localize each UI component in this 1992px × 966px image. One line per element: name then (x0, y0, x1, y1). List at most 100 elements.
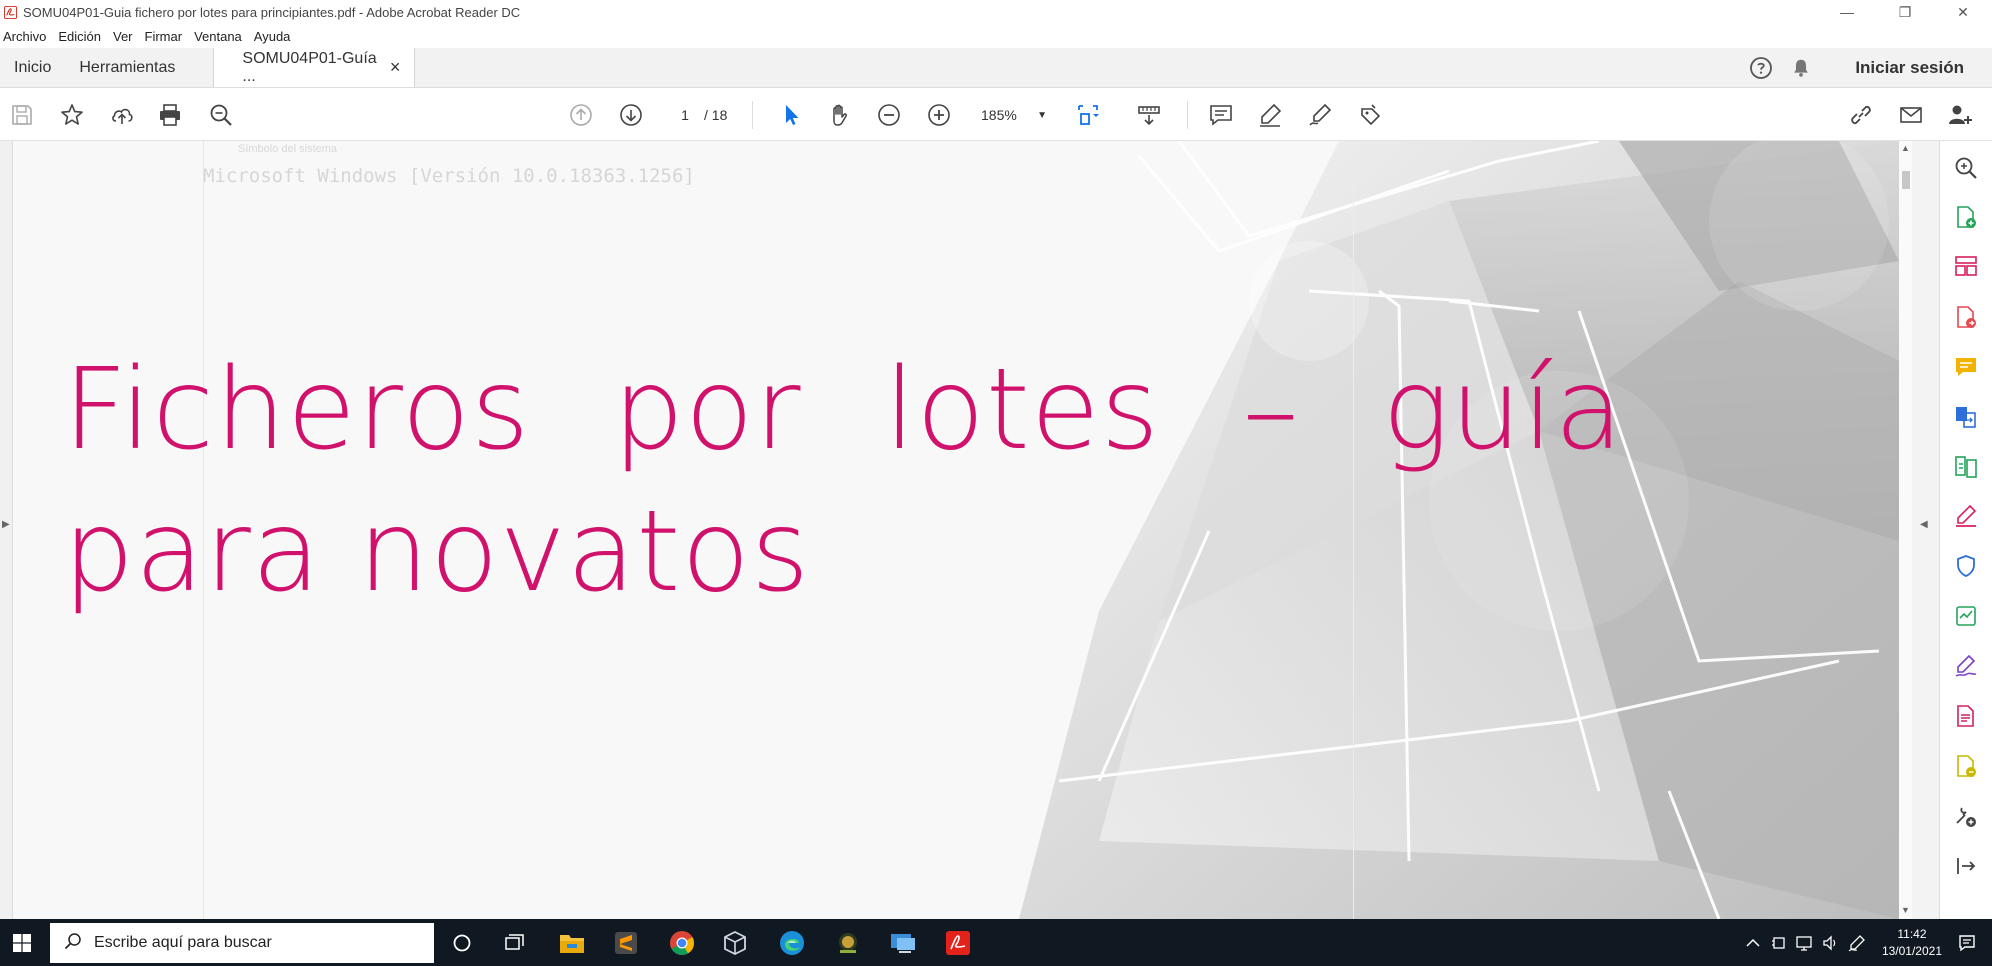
scrollbar-thumb[interactable] (1902, 171, 1910, 189)
tab-inicio[interactable]: Inicio (0, 48, 65, 87)
acrobat-app-icon (3, 5, 17, 19)
select-cursor-icon[interactable] (777, 101, 805, 129)
export-pdf-icon[interactable] (1953, 304, 1979, 330)
expand-left-icon: ▶ (2, 519, 10, 530)
sublime-text-icon[interactable] (611, 928, 641, 958)
toolbar-divider (752, 101, 753, 129)
restore-button[interactable]: ❐ (1876, 0, 1934, 24)
menu-ver[interactable]: Ver (110, 29, 142, 44)
share-link-icon[interactable] (1847, 101, 1875, 129)
help-icon[interactable] (1741, 56, 1781, 80)
zoom-level-value: 185% (981, 107, 1017, 123)
menu-ayuda[interactable]: Ayuda (251, 29, 300, 44)
tray-device-icon[interactable] (1768, 935, 1790, 951)
organize-pages-icon[interactable] (1953, 254, 1979, 280)
page-fit-icon[interactable] (1074, 101, 1102, 129)
cortana-icon[interactable] (447, 928, 477, 958)
pen-ink-icon[interactable] (1846, 934, 1868, 952)
zoom-search-icon[interactable] (1953, 155, 1979, 181)
combine-files-icon[interactable] (1953, 404, 1979, 430)
network-icon[interactable] (1794, 935, 1816, 951)
create-pdf-icon[interactable] (1953, 204, 1979, 230)
fill-and-sign-icon[interactable] (1953, 503, 1979, 529)
send-for-review-icon[interactable] (1953, 753, 1979, 779)
start-button[interactable] (0, 919, 44, 966)
vertical-scrollbar[interactable]: ▲ ▼ (1899, 141, 1912, 919)
clock-time: 11:42 (1897, 926, 1927, 941)
collapse-panel-icon[interactable] (1953, 853, 1979, 879)
zoom-in-icon[interactable] (925, 101, 953, 129)
pdf-page: Símbolo del sistema Microsoft Windows [V… (13, 141, 1899, 919)
next-page-icon[interactable] (617, 101, 645, 129)
tray-chevron-up-icon[interactable] (1742, 938, 1764, 948)
scroll-mode-icon[interactable] (1135, 101, 1163, 129)
print-icon[interactable] (156, 101, 184, 129)
collapse-right-icon: ◀ (1920, 519, 1928, 530)
right-tools-panel (1940, 141, 1992, 919)
upload-cloud-icon[interactable] (108, 101, 136, 129)
draw-freehand-icon[interactable] (1306, 101, 1334, 129)
window-controls: — ❐ ✕ (1818, 0, 1992, 24)
document-title-line2: para novatos (63, 487, 811, 617)
virtualbox-icon[interactable] (720, 928, 750, 958)
right-panel-toggle[interactable]: ◀ (1912, 141, 1940, 919)
header-right: Iniciar sesión (1741, 48, 1992, 88)
compare-files-icon[interactable] (1953, 454, 1979, 480)
task-view-icon[interactable] (500, 928, 530, 958)
chrome-icon[interactable] (667, 928, 697, 958)
comment-icon[interactable] (1207, 101, 1235, 129)
email-icon[interactable] (1897, 101, 1925, 129)
remote-desktop-icon[interactable] (888, 928, 918, 958)
windows-logo-icon (13, 933, 31, 952)
previous-page-icon[interactable] (567, 101, 595, 129)
toolbar: 1 / 18 185% ▼ (0, 89, 1992, 141)
save-icon[interactable] (8, 101, 36, 129)
acrobat-taskbar-icon[interactable] (943, 928, 973, 958)
more-tools-icon[interactable] (1953, 803, 1979, 829)
taskbar-clock[interactable]: 11:42 13/01/2021 (1870, 926, 1954, 960)
hand-tool-icon[interactable] (826, 101, 854, 129)
fill-sign-icon[interactable] (1356, 101, 1384, 129)
close-window-button[interactable]: ✕ (1934, 0, 1992, 24)
zoom-out-icon[interactable] (875, 101, 903, 129)
ghost-console-text: Microsoft Windows [Versión 10.0.18363.12… (203, 165, 695, 187)
add-user-icon[interactable] (1946, 101, 1974, 129)
chevron-down-icon: ▼ (1037, 109, 1047, 121)
scroll-up-icon[interactable]: ▲ (1901, 143, 1910, 153)
signin-button[interactable]: Iniciar sesión (1821, 58, 1992, 78)
tab-document-label: SOMU04P01-Guía ... (242, 49, 377, 85)
search-zoom-icon[interactable] (207, 101, 235, 129)
menu-firmar[interactable]: Firmar (142, 29, 192, 44)
edit-pdf-icon[interactable] (1953, 703, 1979, 729)
menu-edicion[interactable]: Edición (55, 29, 110, 44)
clock-date: 13/01/2021 (1881, 943, 1942, 958)
tab-close-icon[interactable]: × (390, 57, 401, 78)
minimize-button[interactable]: — (1818, 0, 1876, 24)
left-panel-toggle[interactable]: ▶ (0, 141, 13, 919)
notifications-bell-icon[interactable] (1781, 57, 1821, 79)
optimize-pdf-icon[interactable] (1953, 603, 1979, 629)
document-viewport[interactable]: ▶ Símbolo del sistema Microsoft Windows … (0, 141, 1940, 919)
tab-herramientas[interactable]: Herramientas (65, 48, 189, 87)
toolbar-divider (1187, 101, 1188, 129)
bookmark-star-icon[interactable] (58, 101, 86, 129)
system-tray: 11:42 13/01/2021 (1740, 919, 1992, 966)
zoom-level-select[interactable]: 185% ▼ (975, 102, 1047, 128)
highlight-pen-icon[interactable] (1256, 101, 1284, 129)
protect-shield-icon[interactable] (1953, 553, 1979, 579)
menu-archivo[interactable]: Archivo (0, 29, 55, 44)
comment-tool-icon[interactable] (1953, 354, 1979, 380)
tab-document[interactable]: SOMU04P01-Guía ... × (213, 48, 416, 87)
action-center-icon[interactable] (1956, 934, 1978, 952)
acrobat-window: SOMU04P01-Guia fichero por lotes para pr… (0, 0, 1992, 966)
volume-icon[interactable] (1820, 934, 1842, 951)
edge-icon[interactable] (777, 928, 807, 958)
page-number-input[interactable]: 1 (666, 102, 704, 128)
terminal-app-icon[interactable] (833, 928, 863, 958)
request-signature-icon[interactable] (1953, 653, 1979, 679)
taskbar-search-box[interactable]: Escribe aquí para buscar (50, 923, 434, 963)
file-explorer-icon[interactable] (557, 928, 587, 958)
search-placeholder: Escribe aquí para buscar (94, 934, 272, 951)
scroll-down-icon[interactable]: ▼ (1901, 905, 1910, 915)
menu-ventana[interactable]: Ventana (191, 29, 251, 44)
